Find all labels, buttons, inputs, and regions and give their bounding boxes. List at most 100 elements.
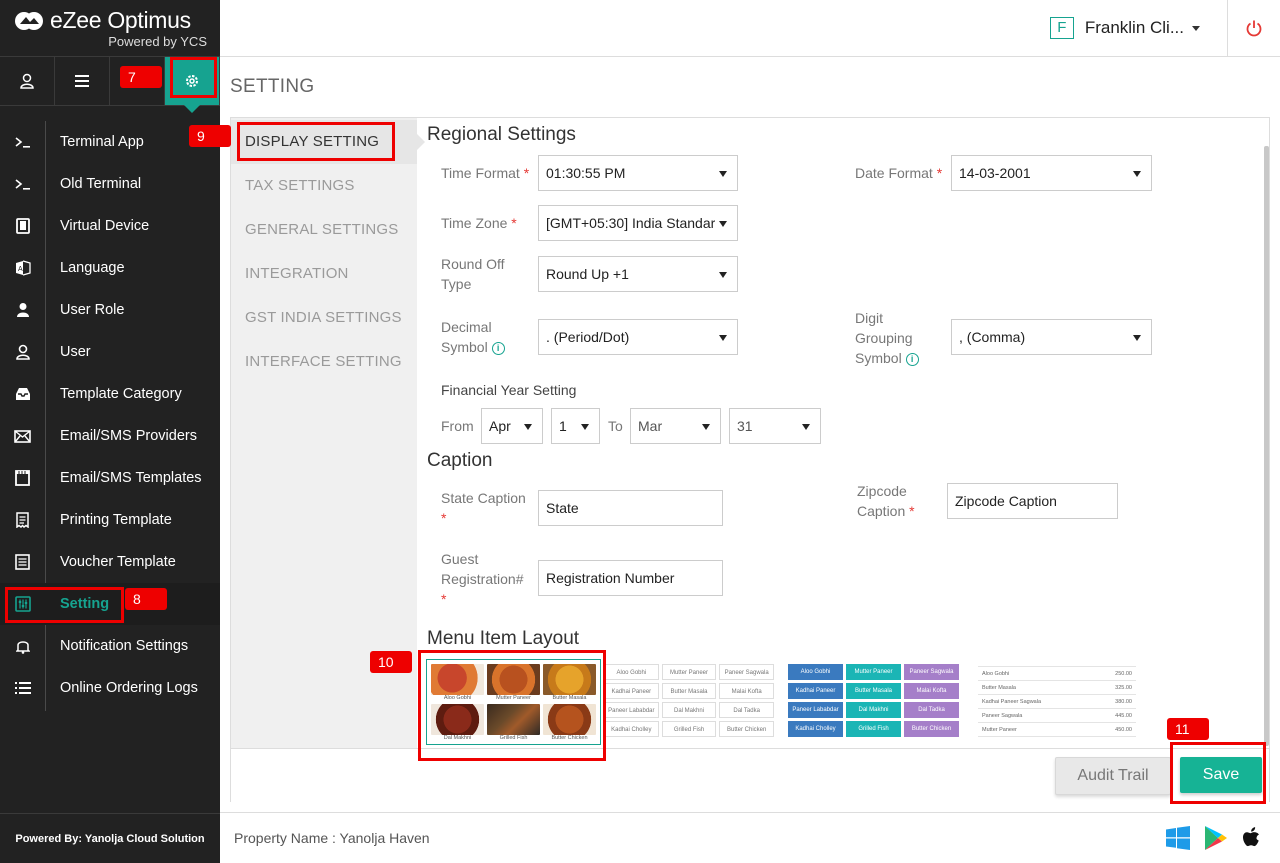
audit-trail-button[interactable]: Audit Trail: [1055, 757, 1171, 795]
round-off-type-select[interactable]: Round Up +1: [538, 256, 738, 292]
user-menu[interactable]: F Franklin Cli...: [1049, 17, 1200, 39]
date-format-select[interactable]: 14-03-2001: [951, 155, 1152, 191]
property-name: Property Name : Yanolja Haven: [234, 830, 430, 846]
sidebar-item-voucher-template[interactable]: Voucher Template: [0, 541, 220, 583]
sidebar-item-online-ordering-logs[interactable]: Online Ordering Logs: [0, 667, 220, 709]
apple-icon[interactable]: [1242, 826, 1262, 850]
layout-text-cell: Paneer Sagwala: [719, 664, 774, 680]
sidebar-item-label: Template Category: [60, 386, 182, 402]
tab-menu[interactable]: [55, 57, 110, 105]
from-day-select[interactable]: 1: [551, 408, 600, 444]
decimal-symbol-select[interactable]: . (Period/Dot): [538, 319, 738, 355]
layout-text-cell: Butter Chicken: [719, 721, 774, 737]
time-format-select[interactable]: 01:30:55 PM: [538, 155, 738, 191]
time-zone-select[interactable]: [GMT+05:30] India Standard Time: [538, 205, 738, 241]
scrollbar[interactable]: [1264, 146, 1269, 746]
google-play-icon[interactable]: [1204, 825, 1228, 851]
sidebar-item-label: Notification Settings: [60, 638, 189, 654]
subnav-tax-settings[interactable]: TAX SETTINGS: [231, 164, 417, 208]
bottom-bar: Property Name : Yanolja Haven: [220, 812, 1280, 863]
layout-color-cell: Dal Tadka: [904, 702, 959, 718]
annotation-box-7: [170, 57, 217, 98]
digit-grouping-select[interactable]: , (Comma): [951, 319, 1152, 355]
zipcode-caption-label: Zipcode Caption *: [857, 483, 915, 519]
logo-icon: [15, 12, 43, 30]
layout-color-cell: Kadhai Cholley: [788, 721, 843, 737]
layout-option-color-grid[interactable]: Aloo Gobhi Mutter Paneer Paneer Sagwala …: [788, 664, 959, 750]
subnav-general-settings[interactable]: GENERAL SETTINGS: [231, 208, 417, 252]
sidebar-item-label: Terminal App: [60, 134, 144, 150]
windows-icon[interactable]: [1166, 826, 1190, 850]
sidebar-item-label: Language: [60, 260, 125, 276]
sidebar-item-label: Virtual Device: [60, 218, 150, 234]
annotation-box-11: [1170, 742, 1266, 804]
profile-icon: [20, 73, 34, 89]
layout-list-row: Butter Masala 325.00: [978, 681, 1136, 695]
sidebar-item-label: Printing Template: [60, 512, 172, 528]
zipcode-caption-input[interactable]: Zipcode Caption: [947, 483, 1118, 519]
sidebar-item-user[interactable]: User: [0, 331, 220, 373]
sidebar-item-virtual-device[interactable]: Virtual Device: [0, 205, 220, 247]
menu-item-layout-title: Menu Item Layout: [427, 628, 580, 649]
sidebar-item-label: Old Terminal: [60, 176, 142, 192]
terminal-icon: [0, 163, 45, 205]
sidebar-item-label: User: [60, 344, 91, 360]
layout-text-cell: Dal Tadka: [719, 702, 774, 718]
layout-color-cell: Mutter Paneer: [846, 664, 901, 680]
layout-option-text-grid[interactable]: Aloo Gobhi Mutter Paneer Paneer Sagwala …: [604, 664, 774, 750]
sidebar-item-language[interactable]: A Language: [0, 247, 220, 289]
from-month-select[interactable]: Apr: [481, 408, 543, 444]
annotation-badge-9: 9: [189, 125, 231, 147]
info-icon[interactable]: i: [905, 352, 919, 366]
app-store-links: [1166, 825, 1262, 851]
layout-text-cell: Paneer Lababdar: [604, 702, 659, 718]
sidebar-item-old-terminal[interactable]: Old Terminal: [0, 163, 220, 205]
sidebar-item-user-role[interactable]: User Role: [0, 289, 220, 331]
subnav-interface-setting[interactable]: INTERFACE SETTING: [231, 340, 417, 384]
svg-text:A: A: [18, 266, 23, 273]
info-icon[interactable]: i: [491, 341, 505, 355]
to-label: To: [608, 418, 623, 434]
subnav-gst-india-settings[interactable]: GST INDIA SETTINGS: [231, 296, 417, 340]
sidebar-item-terminal-app[interactable]: Terminal App: [0, 121, 220, 163]
sidebar-item-email-sms-templates[interactable]: Email/SMS Templates: [0, 457, 220, 499]
state-caption-label: State Caption *: [441, 490, 526, 526]
inbox-icon: [0, 373, 45, 415]
annotation-badge-8: 8: [125, 588, 167, 610]
sidebar-item-template-category[interactable]: Template Category: [0, 373, 220, 415]
brand-logo: eZee Optimus Powered by YCS: [0, 0, 220, 56]
layout-option-list[interactable]: Aloo Gobhi 250.00 Butter Masala 325.00 Kad…: [978, 666, 1136, 752]
digit-grouping-label: Digit Grouping Symbol i: [855, 308, 919, 368]
layout-color-cell: Dal Makhni: [846, 702, 901, 718]
guest-registration-input[interactable]: Registration Number: [538, 560, 723, 596]
caption-title: Caption: [427, 450, 493, 471]
topbar: F Franklin Cli...: [220, 0, 1280, 57]
time-zone-label: Time Zone *: [441, 215, 517, 231]
annotation-box-9: [237, 122, 395, 161]
chevron-down-icon: [1192, 25, 1200, 31]
decimal-symbol-label: Decimal Symbol i: [441, 317, 505, 357]
logout-button[interactable]: [1227, 0, 1280, 56]
brand-title: eZee Optimus: [50, 7, 191, 33]
sidebar-item-notification-settings[interactable]: Notification Settings: [0, 625, 220, 667]
brand-subtitle: Powered by YCS: [108, 34, 207, 49]
tablet-icon: [0, 205, 45, 247]
layout-list-row: Mutter Paneer 450.00: [978, 723, 1136, 737]
state-caption-input[interactable]: State: [538, 490, 723, 526]
page-title: SETTING: [230, 76, 315, 97]
sidebar-item-label: Email/SMS Templates: [60, 470, 202, 486]
layout-text-cell: Mutter Paneer: [661, 664, 717, 680]
sidebar-item-printing-template[interactable]: Printing Template: [0, 499, 220, 541]
tab-profile[interactable]: [0, 57, 55, 105]
sidebar-item-email-sms-providers[interactable]: Email/SMS Providers: [0, 415, 220, 457]
annotation-badge-7: 7: [120, 66, 162, 88]
to-month-select[interactable]: Mar: [630, 408, 721, 444]
user-icon: [0, 331, 45, 373]
subnav-integration[interactable]: INTEGRATION: [231, 252, 417, 296]
user-avatar: F: [1049, 17, 1074, 39]
to-day-select[interactable]: 31: [729, 408, 821, 444]
time-format-label: Time Format *: [441, 165, 530, 181]
layout-color-cell: Paneer Sagwala: [904, 664, 959, 680]
sidebar-item-label: Email/SMS Providers: [60, 428, 197, 444]
user-name: Franklin Cli...: [1084, 18, 1184, 37]
